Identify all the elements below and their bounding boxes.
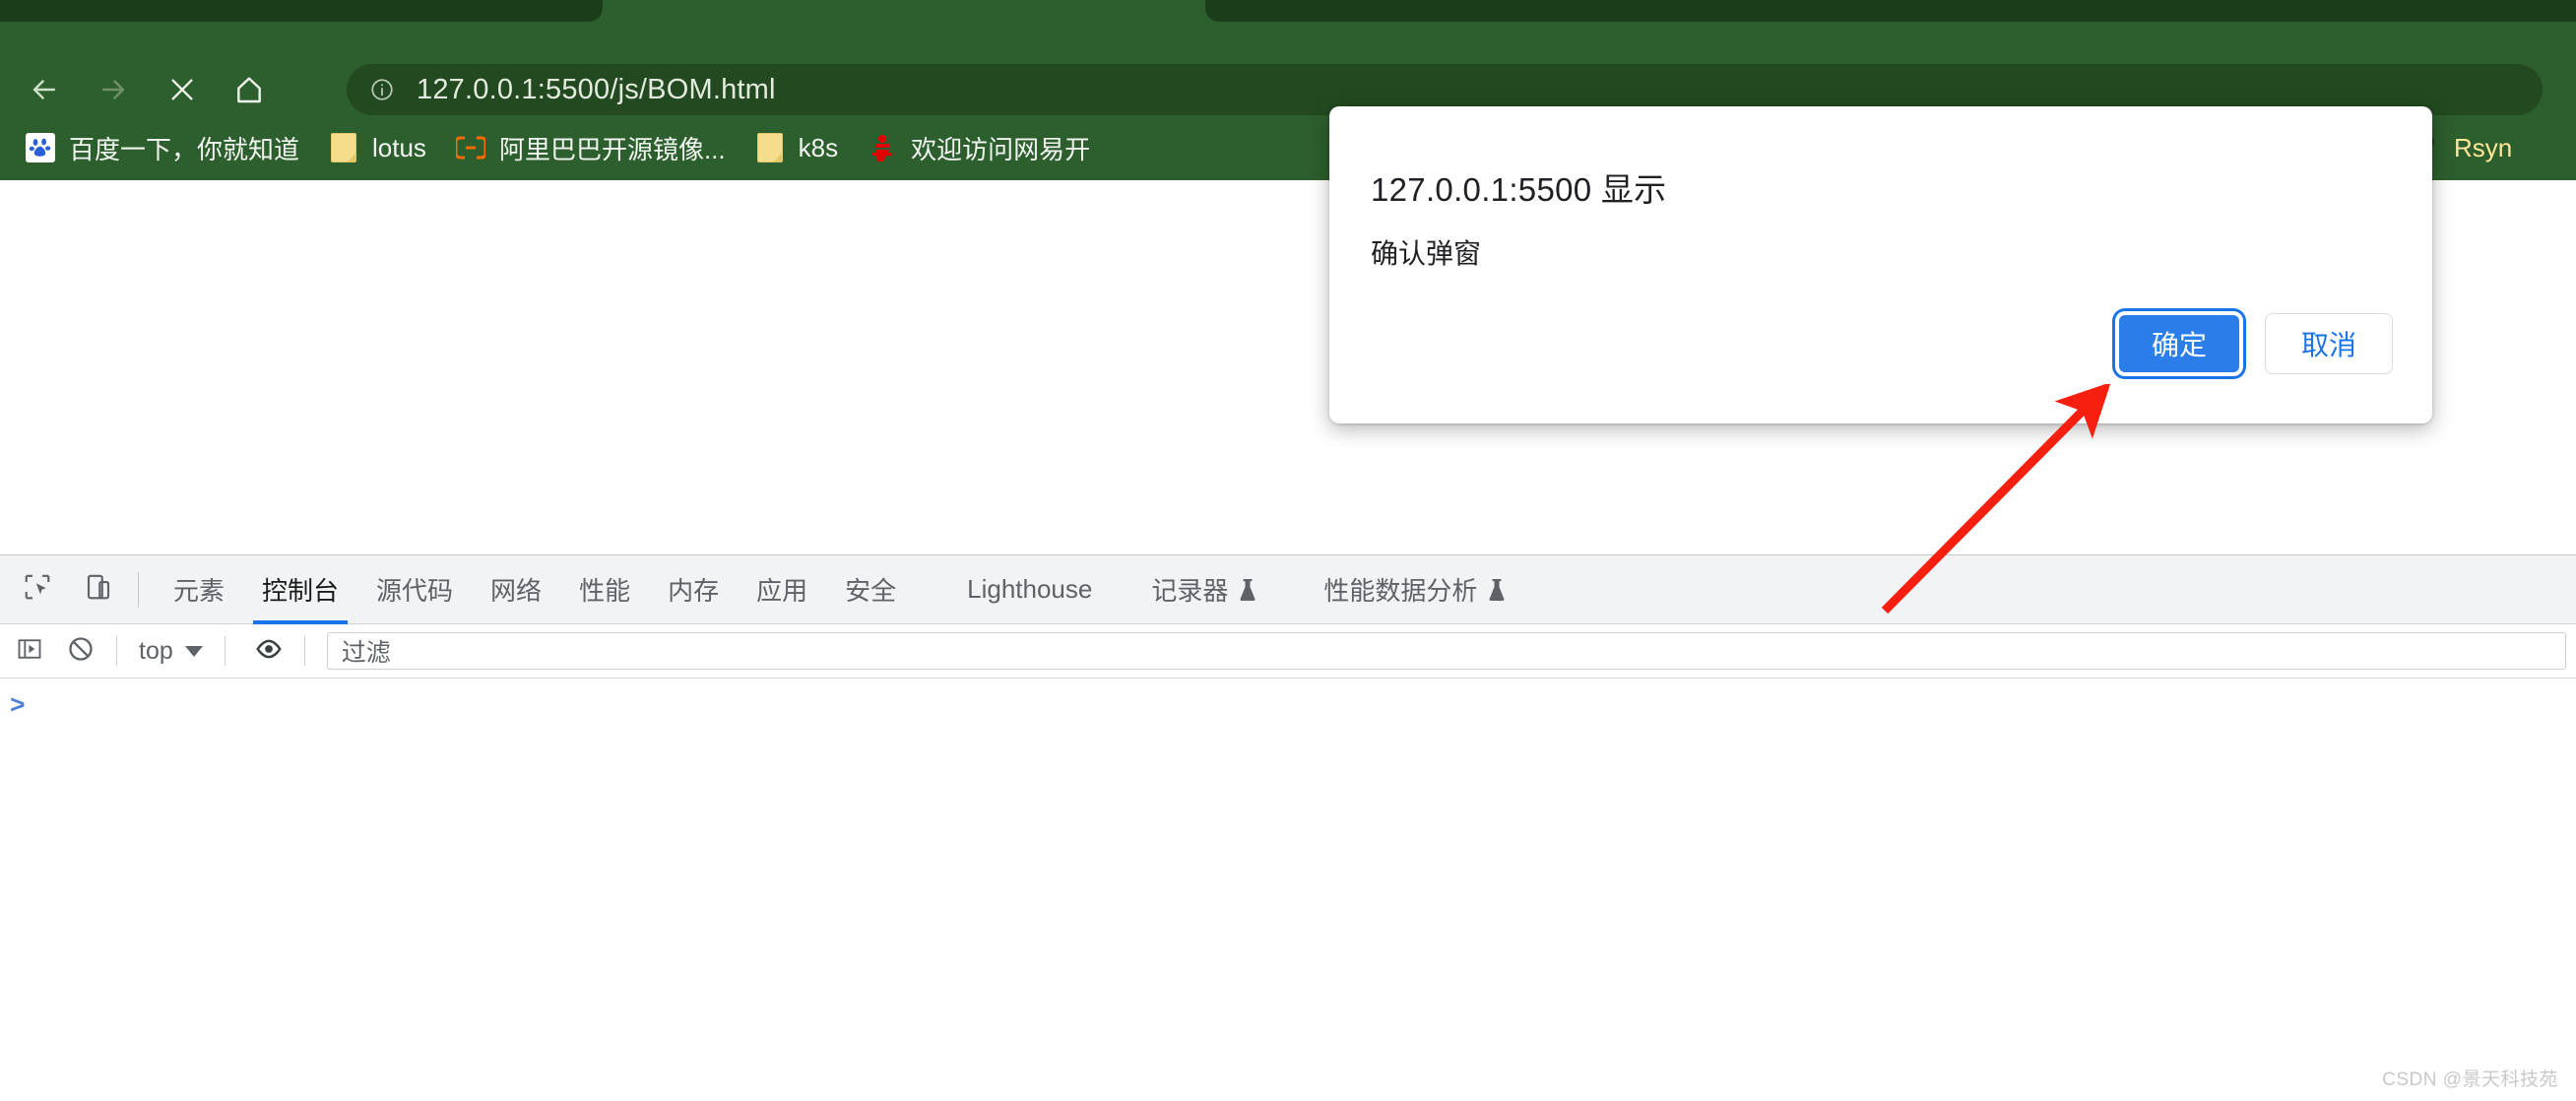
stop-button[interactable] bbox=[160, 67, 205, 112]
netease-favicon-icon bbox=[868, 133, 897, 162]
device-toolbar-button[interactable] bbox=[75, 566, 122, 614]
console-filter-input[interactable]: 过滤 bbox=[326, 632, 2566, 670]
arrow-right-icon bbox=[97, 73, 130, 106]
js-confirm-dialog: 127.0.0.1:5500 显示 确认弹窗 确定 取消 bbox=[1329, 106, 2432, 423]
console-toolbar: top 过滤 bbox=[0, 624, 2576, 679]
tab-label: 内存 bbox=[668, 576, 720, 606]
clear-console-icon bbox=[67, 635, 95, 668]
dialog-message: 确认弹窗 bbox=[1371, 238, 1482, 269]
bookmark-label: k8s bbox=[798, 132, 839, 162]
bookmark-aliyun[interactable]: 阿里巴巴开源镜像... bbox=[444, 126, 738, 169]
tab-memory[interactable]: 内存 bbox=[649, 555, 738, 624]
bookmark-k8s[interactable]: k8s bbox=[743, 126, 850, 169]
folder-icon bbox=[329, 133, 358, 162]
tab-active[interactable] bbox=[603, 0, 1309, 22]
tab-label: 控制台 bbox=[262, 576, 340, 606]
bookmark-label: lotus bbox=[372, 132, 426, 162]
console-prompt-caret-icon: > bbox=[10, 691, 26, 721]
browser-window: 127.0.0.1:5500/js/BOM.html 百度一下，你就知道 lot… bbox=[0, 0, 2576, 1101]
tab-inactive-right[interactable] bbox=[1205, 0, 2576, 22]
clear-console-button[interactable] bbox=[59, 629, 102, 673]
tab-label: 记录器 bbox=[1151, 576, 1229, 606]
tab-inactive-left[interactable] bbox=[0, 0, 603, 22]
chevron-down-icon bbox=[184, 645, 203, 657]
eye-icon bbox=[254, 634, 284, 669]
console-sidebar-icon bbox=[16, 635, 43, 668]
home-icon bbox=[233, 74, 265, 105]
device-toolbar-icon bbox=[84, 572, 113, 607]
console-sidebar-button[interactable] bbox=[8, 629, 51, 673]
bookmark-netease[interactable]: 欢迎访问网易开 bbox=[856, 126, 1102, 169]
arrow-left-icon bbox=[28, 73, 61, 106]
tab-label: 网络 bbox=[490, 576, 543, 606]
tab-sources[interactable]: 源代码 bbox=[357, 555, 472, 624]
back-button[interactable] bbox=[22, 67, 67, 112]
toolbar-divider bbox=[138, 571, 139, 608]
bookmark-lotus[interactable]: lotus bbox=[317, 126, 438, 169]
address-bar-url: 127.0.0.1:5500/js/BOM.html bbox=[417, 73, 776, 105]
experiment-flask-icon bbox=[1488, 578, 1506, 602]
inspect-element-button[interactable] bbox=[14, 566, 61, 614]
aliyun-favicon-icon bbox=[455, 133, 485, 162]
forward-button[interactable] bbox=[91, 67, 136, 112]
toolbar-divider bbox=[303, 636, 305, 666]
watermark: CSDN @景天科技苑 bbox=[2382, 1069, 2558, 1090]
home-button[interactable] bbox=[226, 67, 272, 112]
toolbar-divider bbox=[116, 636, 117, 666]
tab-performance-insights[interactable]: 性能数据分析 bbox=[1305, 555, 1524, 624]
tab-performance[interactable]: 性能 bbox=[560, 555, 649, 624]
browser-toolbar: 127.0.0.1:5500/js/BOM.html bbox=[0, 22, 2576, 115]
dialog-ok-button[interactable]: 确定 bbox=[2115, 311, 2243, 376]
console-prompt-row[interactable]: > bbox=[0, 686, 26, 726]
tab-label: Lighthouse bbox=[967, 574, 1093, 604]
baidu-favicon-icon bbox=[26, 133, 55, 162]
console-filter-placeholder: 过滤 bbox=[341, 639, 391, 667]
dialog-button-row: 确定 取消 bbox=[2115, 311, 2393, 376]
devtools-tab-bar: 元素 控制台 源代码 网络 性能 内存 应用 安全 Lighthouse 记录器… bbox=[0, 555, 2576, 624]
tab-label: 源代码 bbox=[376, 576, 454, 606]
tab-label: 性能 bbox=[579, 576, 631, 606]
bookmark-label: Rsyn bbox=[2454, 132, 2513, 162]
console-output[interactable]: > bbox=[0, 679, 2576, 1101]
experiment-flask-icon bbox=[1239, 578, 1256, 602]
execution-context-select[interactable]: top bbox=[131, 631, 211, 671]
folder-icon bbox=[755, 133, 785, 162]
tab-application[interactable]: 应用 bbox=[738, 555, 826, 624]
info-circle-icon[interactable] bbox=[369, 77, 395, 102]
bookmark-label: 欢迎访问网易开 bbox=[911, 134, 1091, 164]
tab-network[interactable]: 网络 bbox=[472, 555, 560, 624]
tab-console[interactable]: 控制台 bbox=[243, 555, 357, 624]
tab-recorder[interactable]: 记录器 bbox=[1132, 555, 1275, 624]
dialog-cancel-button[interactable]: 取消 bbox=[2265, 313, 2393, 374]
tab-lighthouse[interactable]: Lighthouse bbox=[948, 555, 1111, 624]
dialog-title: 127.0.0.1:5500 显示 bbox=[1371, 171, 1667, 208]
live-expression-button[interactable] bbox=[247, 629, 290, 673]
tab-label: 安全 bbox=[845, 576, 897, 606]
tab-label: 元素 bbox=[173, 576, 225, 606]
tab-label: 应用 bbox=[756, 576, 808, 606]
close-icon bbox=[166, 74, 198, 105]
bookmark-label: 百度一下，你就知道 bbox=[69, 134, 300, 164]
tab-label: 性能数据分析 bbox=[1323, 576, 1478, 606]
devtools-panel: 元素 控制台 源代码 网络 性能 内存 应用 安全 Lighthouse 记录器… bbox=[0, 554, 2576, 1101]
inspect-element-icon bbox=[23, 572, 52, 607]
execution-context-value: top bbox=[139, 636, 173, 665]
bookmark-baidu[interactable]: 百度一下，你就知道 bbox=[14, 126, 311, 169]
tab-strip bbox=[0, 0, 2576, 22]
tab-elements[interactable]: 元素 bbox=[155, 555, 243, 624]
tab-security[interactable]: 安全 bbox=[826, 555, 915, 624]
bookmark-label: 阿里巴巴开源镜像... bbox=[498, 134, 726, 164]
